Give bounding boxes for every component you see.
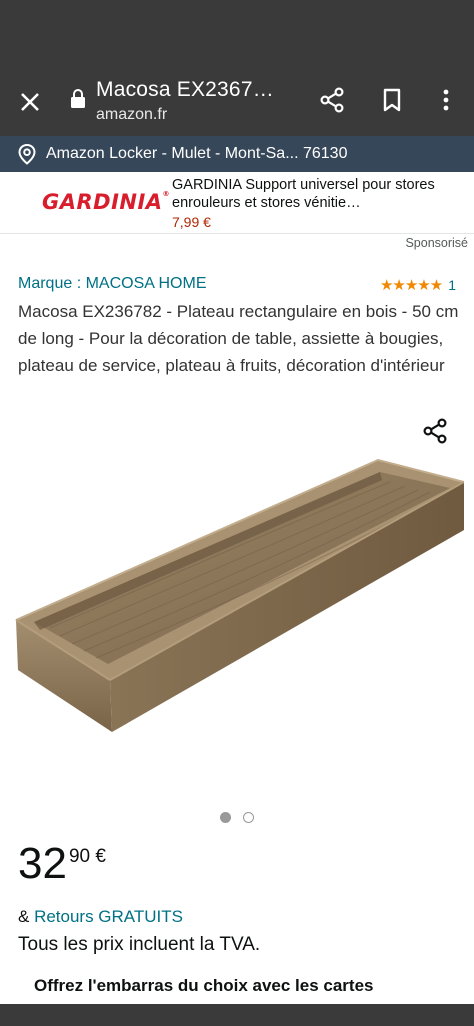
rating-summary[interactable]: ★★★★★ 1	[380, 276, 456, 294]
bottom-system-bar	[0, 1004, 474, 1026]
close-button[interactable]	[14, 86, 46, 118]
location-pin-icon	[18, 143, 36, 165]
star-rating: ★★★★★	[379, 277, 443, 294]
ad-title[interactable]: GARDINIA Support universel pour stores e…	[172, 176, 462, 212]
carousel-dot-2[interactable]	[243, 812, 254, 823]
browser-toolbar: Macosa EX2367… amazon.fr	[0, 66, 474, 136]
delivery-location-bar[interactable]: Amazon Locker - Mulet - Mont-Sa... 76130	[0, 136, 474, 172]
returns-prefix: &	[18, 907, 35, 926]
more-vert-icon	[443, 89, 449, 111]
image-carousel-dots[interactable]	[0, 812, 474, 823]
brand-link[interactable]: Marque : MACOSA HOME	[18, 275, 207, 293]
ad-price: 7,99 €	[172, 214, 211, 230]
product-title: Macosa EX236782 - Plateau rectangulaire …	[18, 302, 459, 375]
image-share-button[interactable]	[420, 416, 450, 446]
delivery-location-text: Amazon Locker - Mulet - Mont-Sa... 76130	[46, 145, 348, 162]
sponsored-ad-banner[interactable]: GARDINIA® GARDINIA Support universel pou…	[0, 172, 474, 234]
bookmark-button[interactable]	[376, 84, 408, 116]
close-icon	[21, 93, 39, 111]
returns-info: & Retours GRATUITS	[18, 907, 183, 927]
share-icon	[423, 418, 447, 444]
page-title: Macosa EX2367…	[96, 78, 274, 101]
gift-card-promo[interactable]: Offrez l'embarras du choix avec les cart…	[34, 974, 454, 998]
carousel-dot-1[interactable]	[220, 812, 231, 823]
product-price: 32 90 €	[18, 840, 106, 888]
tax-note: Tous les prix incluent la TVA.	[18, 934, 261, 955]
lock-icon	[71, 89, 85, 108]
product-image[interactable]	[10, 450, 464, 750]
status-bar	[0, 0, 474, 66]
ad-brand-name: GARDINIA	[42, 190, 163, 214]
ad-brand-logo: GARDINIA®	[42, 190, 171, 214]
price-fraction: 90 €	[68, 846, 106, 867]
price-whole: 32	[18, 839, 67, 888]
more-options-button[interactable]	[430, 84, 462, 116]
sponsored-label[interactable]: Sponsorisé	[405, 236, 468, 250]
page-url[interactable]: amazon.fr	[96, 106, 167, 124]
share-icon	[320, 87, 344, 113]
bookmark-icon	[383, 88, 401, 112]
rating-count: 1	[448, 277, 456, 293]
free-returns-link[interactable]: Retours GRATUITS	[34, 907, 183, 926]
share-button[interactable]	[316, 84, 348, 116]
